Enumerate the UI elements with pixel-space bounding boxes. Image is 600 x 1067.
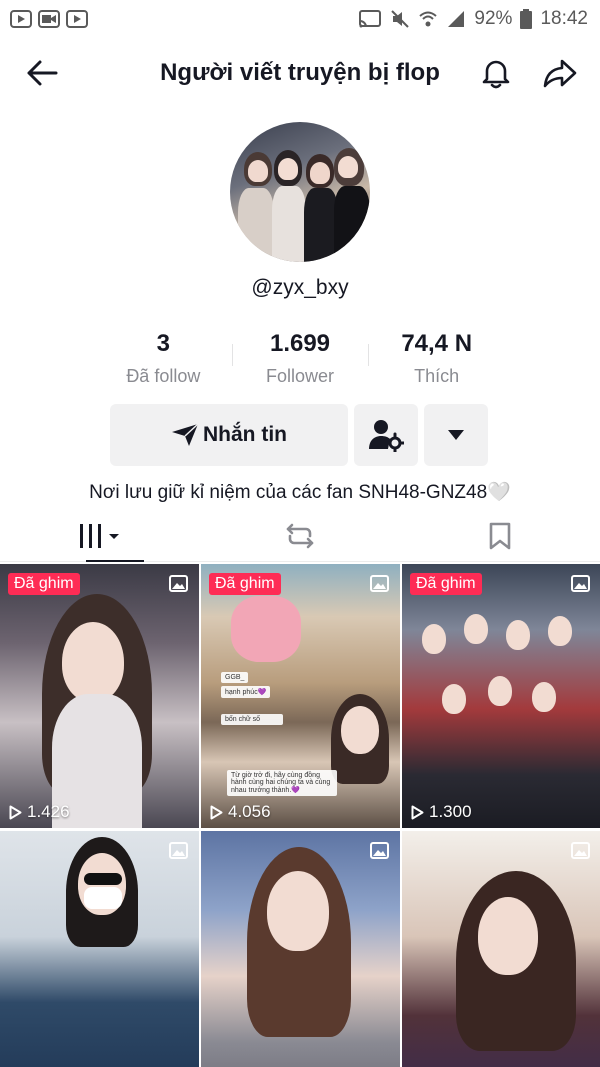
photo-post-icon xyxy=(571,575,590,592)
wifi-icon xyxy=(419,11,438,27)
signal-icon xyxy=(448,11,465,27)
status-bar: 92% 18:42 xyxy=(0,0,600,38)
video-thumbnail[interactable]: GGB_ hạnh phúc💜 bốn chữ số Từ giờ trở đi… xyxy=(201,564,400,828)
profile-stats: 3 Đã follow 1.699 Follower 74,4 N Thích xyxy=(95,326,505,392)
chat-line: hạnh phúc💜 xyxy=(221,686,271,698)
video-thumbnail[interactable] xyxy=(201,831,400,1067)
likes-count: 74,4 N xyxy=(401,330,473,357)
view-count: 1.300 xyxy=(411,802,472,822)
play-notification-icon xyxy=(66,10,88,28)
video-grid-icon xyxy=(80,523,119,548)
share-arrow-icon xyxy=(543,59,577,88)
photo-post-icon xyxy=(370,842,389,859)
chat-line: bốn chữ số xyxy=(221,714,283,725)
likes-label: Thích xyxy=(414,366,460,386)
notification-bell-button[interactable] xyxy=(476,53,516,93)
tab-reposts[interactable] xyxy=(200,510,400,561)
battery-icon xyxy=(520,9,533,29)
tab-videos[interactable] xyxy=(0,510,200,562)
photo-post-icon xyxy=(169,842,188,859)
video-camera-notification-icon xyxy=(38,10,60,28)
mute-icon xyxy=(391,10,410,28)
view-count-value: 4.056 xyxy=(228,802,271,821)
message-button-label: Nhắn tin xyxy=(203,423,287,446)
profile-bio: Nơi lưu giữ kỉ niệm của các fan SNH48-GN… xyxy=(89,482,511,503)
video-thumbnail[interactable]: Đã ghim 1.426 xyxy=(0,564,199,828)
message-button[interactable]: Nhắn tin xyxy=(110,404,348,466)
share-button[interactable] xyxy=(540,53,580,93)
photo-post-icon xyxy=(571,842,590,859)
following-count: 3 xyxy=(156,330,171,357)
pinned-badge: Đã ghim xyxy=(209,573,281,595)
following-stat[interactable]: 3 Đã follow xyxy=(95,326,232,392)
caret-down-icon xyxy=(448,430,464,440)
video-thumbnail[interactable] xyxy=(0,831,199,1067)
likes-stat[interactable]: 74,4 N Thích xyxy=(368,326,505,392)
following-label: Đã follow xyxy=(126,366,201,386)
play-icon xyxy=(9,805,22,819)
chat-user-label: GGB_ xyxy=(221,672,249,683)
notification-icons xyxy=(10,10,88,28)
cast-icon xyxy=(359,10,382,28)
followers-stat[interactable]: 1.699 Follower xyxy=(231,326,369,392)
pinned-badge: Đã ghim xyxy=(410,573,482,595)
system-status: 92% 18:42 xyxy=(358,8,588,30)
profile-header: Người viết truyện bị flop xyxy=(0,44,600,102)
back-button[interactable] xyxy=(22,53,62,93)
chat-line: Từ giờ trở đi, hãy cùng đồng hành cùng h… xyxy=(227,770,337,796)
profile-tabs xyxy=(0,510,600,562)
arrow-left-icon xyxy=(27,60,58,86)
view-count-value: 1.426 xyxy=(27,802,70,821)
bell-icon xyxy=(482,60,510,89)
play-icon xyxy=(411,805,424,819)
pinned-badge: Đã ghim xyxy=(8,573,80,595)
followers-count: 1.699 xyxy=(269,330,331,357)
repost-icon xyxy=(286,523,314,548)
user-settings-icon xyxy=(369,420,404,452)
photo-post-icon xyxy=(370,575,389,592)
more-options-dropdown[interactable] xyxy=(424,404,488,466)
followers-label: Follower xyxy=(265,366,335,386)
profile-actions: Nhắn tin xyxy=(110,404,488,466)
view-count: 4.056 xyxy=(210,802,271,822)
view-count: 1.426 xyxy=(9,802,70,822)
tab-favorites[interactable] xyxy=(400,510,600,561)
follow-settings-button[interactable] xyxy=(354,404,418,466)
battery-percent: 92% xyxy=(474,8,513,29)
avatar[interactable] xyxy=(230,122,370,262)
video-thumbnail[interactable] xyxy=(402,831,600,1067)
play-icon xyxy=(210,805,223,819)
clock: 18:42 xyxy=(540,8,588,29)
view-count-value: 1.300 xyxy=(429,802,472,821)
youtube-notification-icon xyxy=(10,10,32,28)
bookmark-icon xyxy=(489,522,511,549)
video-grid: Đã ghim 1.426 GGB_ hạnh phúc💜 bốn chữ số… xyxy=(0,564,600,1067)
username: @zyx_bxy xyxy=(251,276,349,299)
send-message-icon xyxy=(172,423,199,446)
video-thumbnail[interactable]: Đã ghim 1.300 xyxy=(402,564,600,828)
photo-post-icon xyxy=(169,575,188,592)
